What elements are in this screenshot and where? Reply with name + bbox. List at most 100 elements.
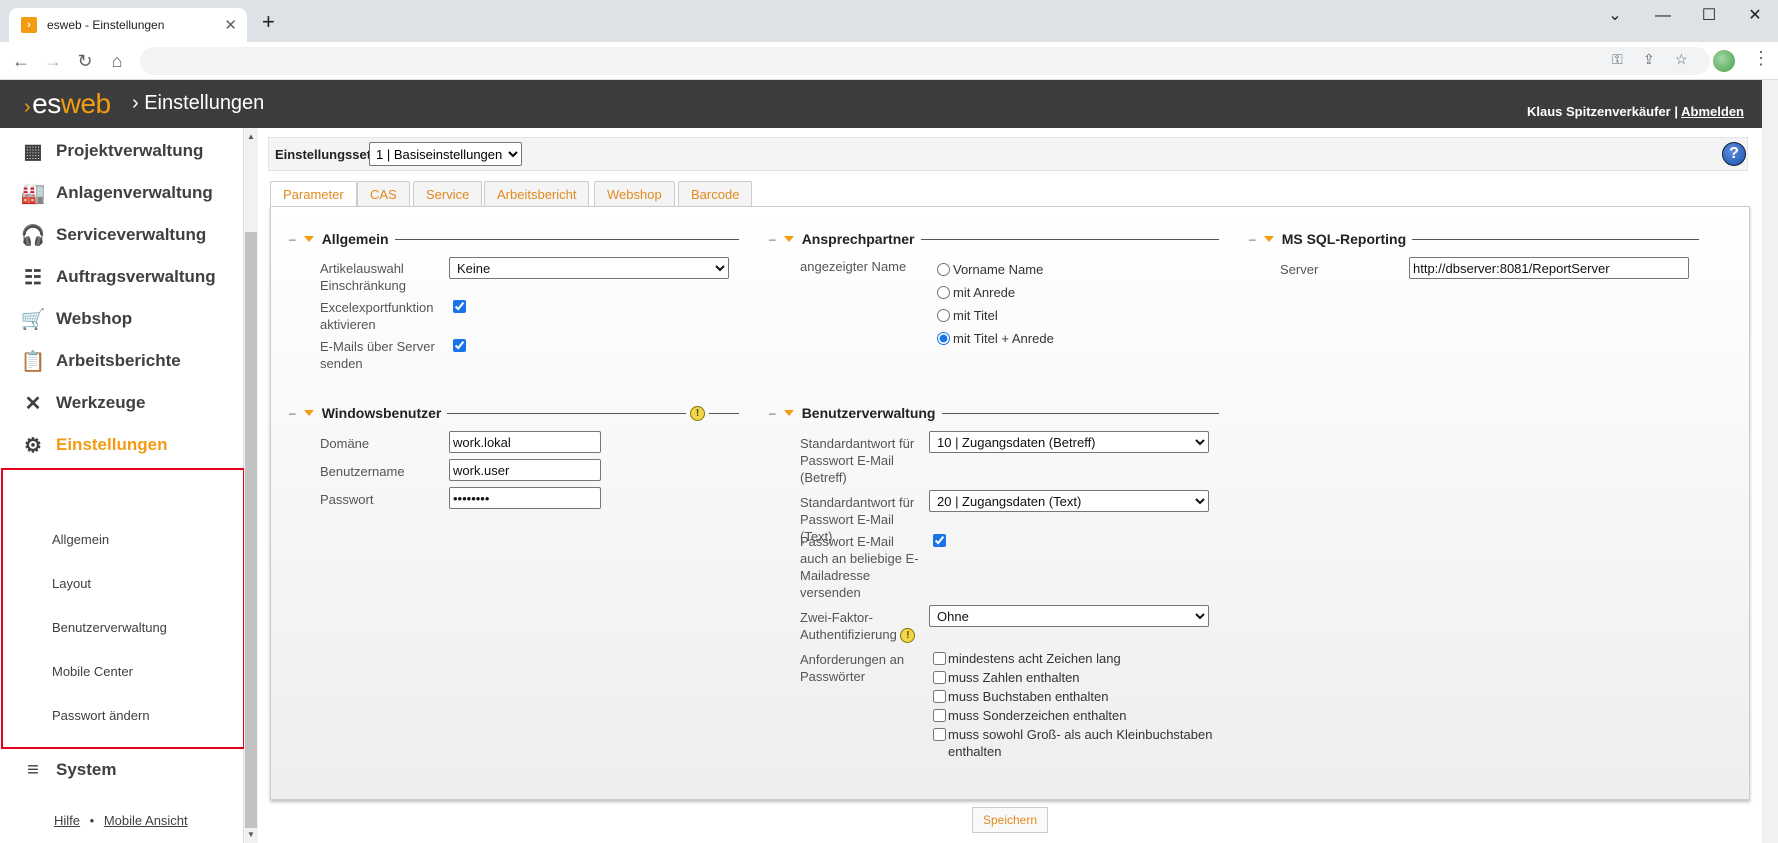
tab-barcode[interactable]: Barcode xyxy=(678,181,753,207)
sidebar-item-label: Arbeitsberichte xyxy=(56,351,181,370)
radio-vorname-name[interactable]: Vorname Name xyxy=(937,262,1043,277)
sidebar-item-anlagenverwaltung[interactable]: 🏭 Anlagenverwaltung xyxy=(20,181,213,205)
sidebar-item-einstellungen[interactable]: ⚙ Einstellungen xyxy=(20,433,167,457)
tab-cas[interactable]: CAS xyxy=(357,181,410,207)
sidebar-item-system[interactable]: ≡ System xyxy=(20,758,116,782)
profile-avatar[interactable] xyxy=(1713,50,1735,72)
radio-input[interactable] xyxy=(937,332,950,345)
twofa-label: Zwei-Faktor-Authentifizierung xyxy=(800,610,897,642)
sidebar-item-werkzeuge[interactable]: ✕ Werkzeuge xyxy=(20,391,146,415)
radio-mit-anrede[interactable]: mit Anrede xyxy=(937,285,1015,300)
excel-checkbox[interactable] xyxy=(453,300,466,313)
text-select[interactable]: 20 | Zugangsdaten (Text) xyxy=(929,490,1209,512)
username-label: Benutzername xyxy=(320,464,405,479)
email-checkbox[interactable] xyxy=(453,339,466,352)
domain-label: Domäne xyxy=(320,436,370,451)
page-scrollbar[interactable] xyxy=(1762,80,1778,843)
tab-arbeitsbericht[interactable]: Arbeitsbericht xyxy=(484,181,590,207)
help-icon[interactable]: ? xyxy=(1722,142,1746,166)
collapse-triangle-icon xyxy=(783,410,794,416)
close-tab-icon[interactable]: ✕ xyxy=(224,16,237,34)
sidebar-item-projektverwaltung[interactable]: ▦ Projektverwaltung xyxy=(20,139,204,163)
sidebar-item-serviceverwaltung[interactable]: 🎧 Serviceverwaltung xyxy=(20,223,207,247)
req-case[interactable]: muss sowohl Groß- als auch Kleinbuchstab… xyxy=(933,726,1223,760)
radio-input[interactable] xyxy=(937,263,950,276)
section-title: Ansprechpartner xyxy=(801,231,915,247)
radio-label: mit Anrede xyxy=(953,285,1016,300)
sidebar-scrollbar[interactable]: ▲ ▼ xyxy=(244,128,258,843)
radio-mit-titel-anrede[interactable]: mit Titel + Anrede xyxy=(937,331,1054,346)
tab-service[interactable]: Service xyxy=(413,181,483,207)
bookmark-star-icon[interactable]: ☆ xyxy=(1675,51,1688,68)
artikel-select[interactable]: Keine xyxy=(449,257,729,279)
sidebar-scroll-thumb[interactable] xyxy=(245,232,257,828)
help-link[interactable]: Hilfe xyxy=(54,813,80,828)
section-allgemein[interactable]: – Allgemein xyxy=(289,231,739,247)
sidebar-item-auftragsverwaltung[interactable]: ☷ Auftragsverwaltung xyxy=(20,265,216,289)
radio-input[interactable] xyxy=(937,286,950,299)
forward-arrow-icon[interactable]: → xyxy=(41,49,65,73)
tab-parameter[interactable]: Parameter xyxy=(270,181,357,208)
section-windowsbenutzer[interactable]: – Windowsbenutzer ! xyxy=(289,405,739,421)
radio-input[interactable] xyxy=(937,309,950,322)
share-icon[interactable]: ⇪ xyxy=(1643,51,1655,68)
browser-menu-icon[interactable]: ⋮ xyxy=(1752,48,1770,69)
req-label: muss sowohl Groß- als auch Kleinbuchstab… xyxy=(948,727,1213,759)
section-ansprechpartner[interactable]: – Ansprechpartner xyxy=(769,231,1219,247)
warning-icon[interactable]: ! xyxy=(900,628,916,644)
sidebar-item-label: System xyxy=(56,760,117,779)
req-min-length[interactable]: mindestens acht Zeichen lang xyxy=(933,650,1223,667)
window-close-button[interactable]: ✕ xyxy=(1732,4,1778,28)
twofa-select[interactable]: Ohne xyxy=(929,605,1209,627)
server-input[interactable] xyxy=(1409,257,1689,279)
req-special[interactable]: muss Sonderzeichen enthalten xyxy=(933,707,1223,724)
req-numbers[interactable]: muss Zahlen enthalten xyxy=(933,669,1223,686)
section-line xyxy=(447,412,686,414)
any-email-checkbox[interactable] xyxy=(933,534,946,547)
req-letters[interactable]: muss Buchstaben enthalten xyxy=(933,688,1223,705)
footer-dot: • xyxy=(89,813,95,828)
scroll-down-icon[interactable]: ▼ xyxy=(247,830,255,839)
collapse-triangle-icon xyxy=(303,410,314,416)
tab-search-icon[interactable]: ⌄ xyxy=(1592,4,1638,28)
warning-icon[interactable]: ! xyxy=(690,405,705,421)
req-checkbox[interactable] xyxy=(933,709,946,722)
section-mssql-reporting[interactable]: – MS SQL-Reporting xyxy=(1249,231,1699,247)
username-input[interactable] xyxy=(449,459,601,481)
section-title: MS SQL-Reporting xyxy=(1281,231,1407,247)
home-icon[interactable]: ⌂ xyxy=(105,49,129,73)
req-label: muss Sonderzeichen enthalten xyxy=(948,708,1127,723)
section-benutzerverwaltung[interactable]: – Benutzerverwaltung xyxy=(769,405,1219,421)
logout-link[interactable]: Abmelden xyxy=(1681,104,1744,119)
betreff-select[interactable]: 10 | Zugangsdaten (Betreff) xyxy=(929,431,1209,453)
domain-input[interactable] xyxy=(449,431,601,453)
radio-mit-titel[interactable]: mit Titel xyxy=(937,308,998,323)
sidebar-item-webshop[interactable]: 🛒 Webshop xyxy=(20,307,133,331)
collapse-triangle-icon xyxy=(303,236,314,242)
req-checkbox[interactable] xyxy=(933,671,946,684)
back-arrow-icon[interactable]: ← xyxy=(9,49,33,73)
esweb-logo[interactable]: ›esweb xyxy=(24,88,111,120)
tab-webshop[interactable]: Webshop xyxy=(594,181,675,207)
req-checkbox[interactable] xyxy=(933,728,946,741)
address-bar[interactable] xyxy=(140,47,1710,75)
scroll-up-icon[interactable]: ▲ xyxy=(247,132,255,141)
settings-set-select[interactable]: 1 | Basiseinstellungen xyxy=(369,142,522,166)
collapse-dash: – xyxy=(769,232,776,246)
mobile-view-link[interactable]: Mobile Ansicht xyxy=(104,813,188,828)
einstellungen-highlight xyxy=(1,468,245,749)
save-button[interactable]: Speichern xyxy=(972,807,1048,833)
collapse-dash: – xyxy=(289,406,296,420)
sidebar-item-label: Projektverwaltung xyxy=(56,141,204,160)
req-checkbox[interactable] xyxy=(933,690,946,703)
password-input[interactable] xyxy=(449,487,601,509)
window-minimize-button[interactable]: — xyxy=(1640,4,1686,28)
new-tab-button[interactable]: + xyxy=(262,11,275,33)
reload-icon[interactable]: ↻ xyxy=(73,49,97,73)
key-icon[interactable]: ⚿ xyxy=(1612,51,1623,68)
window-maximize-button[interactable]: ☐ xyxy=(1686,4,1732,28)
browser-tab[interactable]: › esweb - Einstellungen ✕ xyxy=(9,8,247,42)
page-title: › Einstellungen xyxy=(132,92,265,114)
req-checkbox[interactable] xyxy=(933,652,946,665)
sidebar-item-arbeitsberichte[interactable]: 📋 Arbeitsberichte xyxy=(20,349,181,373)
